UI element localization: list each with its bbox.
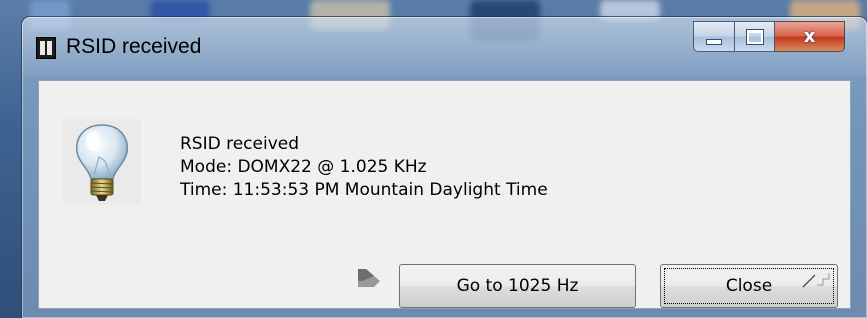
maximize-button[interactable] — [735, 21, 775, 52]
resize-grip-icon — [802, 273, 830, 288]
close-icon: x — [803, 26, 816, 47]
cursor-icon — [354, 267, 382, 293]
app-icon — [36, 37, 56, 59]
title-bar[interactable]: RSID received x — [22, 17, 867, 80]
minimize-icon — [706, 38, 722, 45]
close-button-label: Close — [725, 276, 773, 296]
message-line-title: RSID received — [180, 134, 300, 154]
caption-buttons: x — [693, 21, 845, 52]
close-window-button[interactable]: x — [775, 21, 845, 52]
window-title: RSID received — [66, 35, 202, 58]
dialog-client-area: RSID received Mode: DOMX22 @ 1.025 KHz T… — [38, 80, 851, 309]
message-text: RSID received Mode: DOMX22 @ 1.025 KHz T… — [180, 133, 548, 202]
message-line-mode: Mode: DOMX22 @ 1.025 KHz — [180, 157, 427, 177]
minimize-button[interactable] — [693, 21, 735, 52]
lightbulb-icon — [61, 117, 143, 207]
go-to-frequency-button[interactable]: Go to 1025 Hz — [399, 264, 636, 308]
close-button[interactable]: Close — [660, 264, 838, 308]
message-line-time: Time: 11:53:53 PM Mountain Daylight Time — [180, 180, 548, 200]
go-to-frequency-label: Go to 1025 Hz — [456, 276, 579, 296]
maximize-icon — [745, 28, 764, 45]
rsid-dialog: RSID received x RSID received Mode: DOMX… — [22, 17, 867, 318]
